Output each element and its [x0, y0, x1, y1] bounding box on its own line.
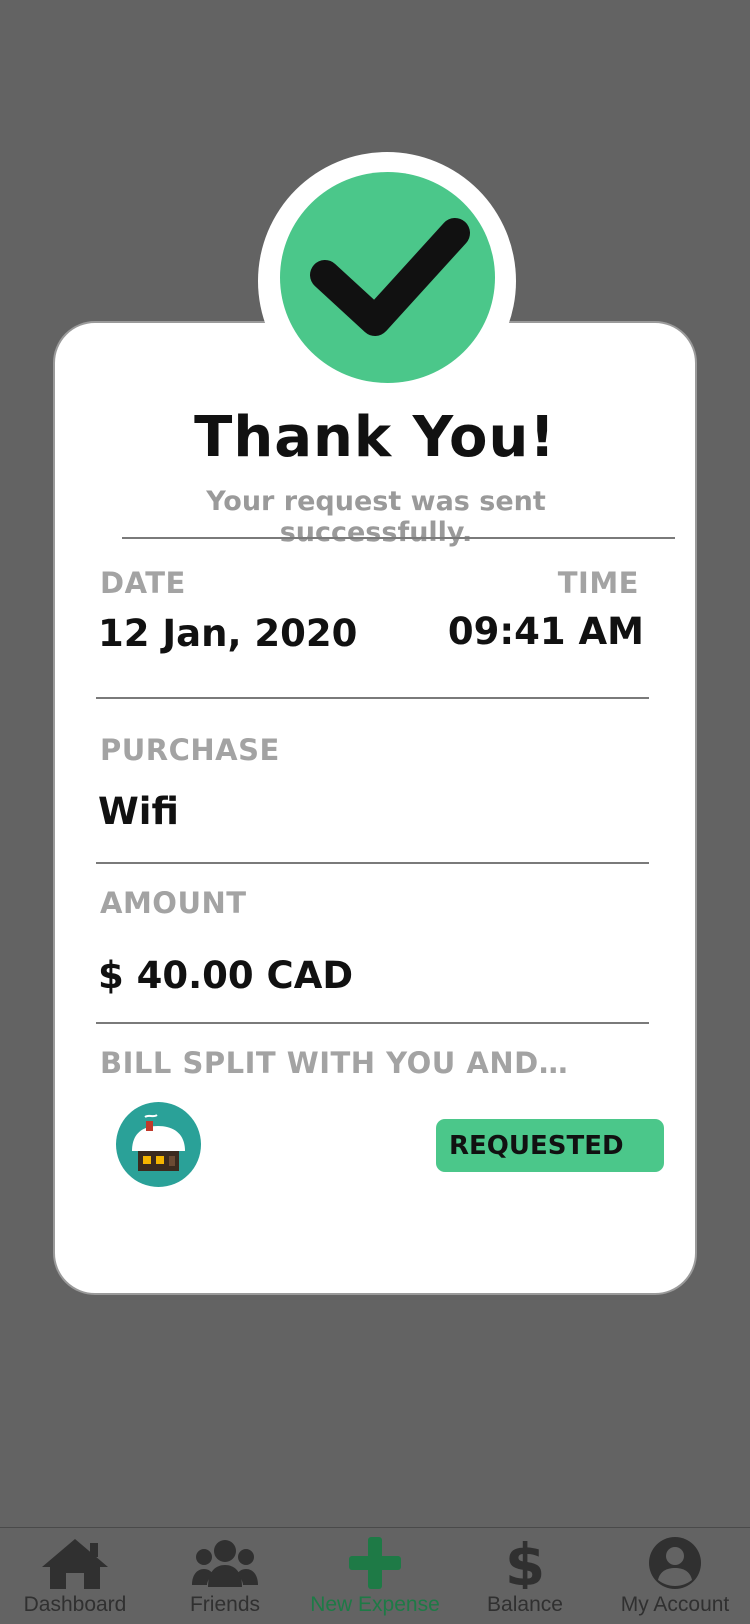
- tab-my-account-label: My Account: [620, 1593, 730, 1616]
- bottom-tab-bar: Dashboard Friends New Expense $ Balance: [0, 1527, 750, 1624]
- tab-friends-label: Friends: [189, 1593, 261, 1616]
- purchase-label: PURCHASE: [100, 733, 280, 767]
- tab-dashboard-label: Dashboard: [23, 1593, 127, 1616]
- subtitle-divider: [122, 537, 675, 539]
- tab-balance[interactable]: $ Balance: [450, 1528, 600, 1624]
- tab-balance-label: Balance: [487, 1593, 563, 1616]
- checkmark-icon: [309, 217, 470, 336]
- confirmation-title: Thank You!: [194, 405, 556, 470]
- dollar-icon: $: [505, 1537, 545, 1589]
- friend-avatar[interactable]: [116, 1102, 201, 1187]
- tab-new-expense[interactable]: New Expense: [300, 1528, 450, 1624]
- date-value: 12 Jan, 2020: [98, 612, 358, 655]
- split-label: BILL SPLIT WITH YOU AND…: [100, 1046, 569, 1080]
- friends-icon: [192, 1540, 258, 1587]
- time-label: TIME: [557, 566, 639, 600]
- success-badge: [280, 172, 495, 383]
- purchase-value: Wifi: [98, 790, 179, 833]
- tab-friends[interactable]: Friends: [150, 1528, 300, 1624]
- date-label: DATE: [100, 566, 186, 600]
- house-avatar-icon: [132, 1114, 185, 1171]
- account-icon: [649, 1537, 701, 1589]
- purchase-divider: [96, 862, 649, 864]
- amount-value: $ 40.00 CAD: [98, 954, 354, 997]
- time-value: 09:41 AM: [447, 610, 644, 653]
- date-divider: [96, 697, 649, 699]
- home-icon: [42, 1539, 108, 1589]
- tab-my-account[interactable]: My Account: [600, 1528, 750, 1624]
- plus-icon: [349, 1537, 401, 1589]
- amount-divider: [96, 1022, 649, 1024]
- amount-label: AMOUNT: [100, 886, 247, 920]
- tab-new-expense-label: New Expense: [310, 1593, 440, 1616]
- requested-status-badge: REQUESTED: [436, 1119, 664, 1172]
- tab-dashboard[interactable]: Dashboard: [0, 1528, 150, 1624]
- svg-text:$: $: [505, 1537, 545, 1589]
